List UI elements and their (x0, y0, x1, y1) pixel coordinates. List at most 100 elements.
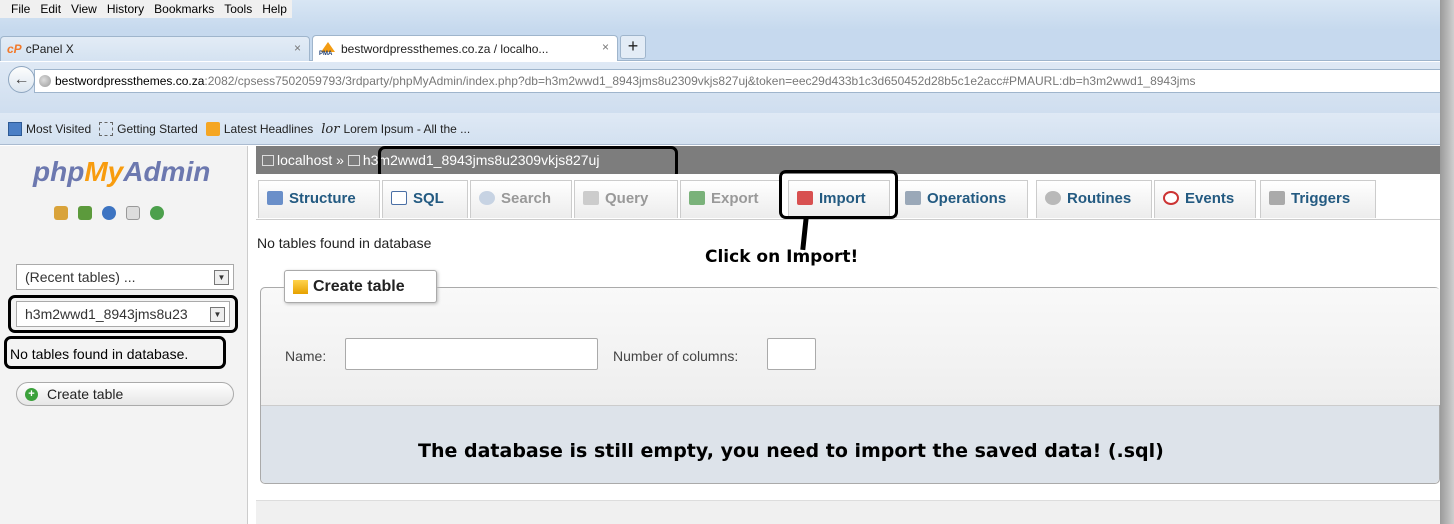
reload-icon[interactable] (150, 206, 164, 220)
create-table-label: Create table (47, 386, 124, 402)
annotation-click-import: Click on Import! (705, 247, 859, 267)
menu-items: File Edit View History Bookmarks Tools H… (0, 0, 292, 18)
menu-help[interactable]: Help (257, 0, 292, 18)
breadcrumb-separator: » (336, 152, 344, 168)
tab-query[interactable]: Query (574, 180, 678, 218)
menu-history[interactable]: History (102, 0, 149, 18)
recent-tables-select[interactable]: (Recent tables) ... ▼ (16, 264, 234, 290)
tab-operations[interactable]: Operations (896, 180, 1028, 218)
bookmark-label: Most Visited (26, 121, 92, 136)
menu-bookmarks[interactable]: Bookmarks (149, 0, 219, 18)
bookmark-label: Getting Started (117, 121, 198, 136)
tab-label: Query (605, 190, 649, 207)
bookmark-label: Latest Headlines (223, 121, 314, 136)
tab-structure[interactable]: Structure (258, 180, 380, 218)
query-icon (583, 191, 599, 205)
phpmyadmin-logo[interactable]: phpMyAdmin (33, 156, 210, 188)
tab-label: Search (501, 190, 552, 207)
window-edge-shadow (1440, 0, 1454, 524)
browser-tab-cpanel[interactable]: cP cPanel X × (0, 36, 310, 61)
back-button[interactable]: ← (8, 66, 35, 93)
tab-label: Operations (927, 190, 1007, 207)
help-icon[interactable] (102, 206, 116, 220)
triggers-icon (1269, 191, 1285, 205)
recent-tables-value: (Recent tables) ... (25, 269, 136, 285)
browser-tab-bar: cP cPanel X × bestwordpressthemes.co.za … (0, 30, 1440, 61)
page-icon (99, 121, 114, 136)
cpanel-icon: cP (7, 42, 22, 56)
new-tab-button[interactable]: + (620, 35, 646, 59)
legend-label: Create table (313, 278, 405, 295)
tab-label: Routines (1067, 190, 1132, 207)
navigation-bar: bestwordpressthemes.co.za:2082/cpsess750… (0, 62, 1440, 113)
bookmark-lorem-ipsum[interactable]: lor Lorem Ipsum - All the ... (321, 121, 471, 137)
database-icon (347, 155, 360, 166)
browser-tab-phpmyadmin[interactable]: bestwordpressthemes.co.za / localho... × (312, 35, 618, 61)
annotation-empty-database: The database is still empty, you need to… (418, 440, 1164, 462)
new-table-icon (293, 280, 308, 294)
tab-events[interactable]: Events (1154, 180, 1256, 218)
bookmark-getting-started[interactable]: Getting Started (99, 121, 198, 136)
phpmyadmin-navigation-panel: phpMyAdmin (Recent tables) ... ▼ h3m2wwd… (0, 146, 248, 524)
logo-my: My (84, 156, 124, 187)
menu-bar: File Edit View History Bookmarks Tools H… (0, 0, 1440, 30)
tab-search[interactable]: Search (470, 180, 572, 218)
lorem-ipsum-icon: lor (321, 121, 340, 137)
docs-icon[interactable] (126, 206, 140, 220)
tab-label: bestwordpressthemes.co.za / localho... (341, 41, 549, 56)
globe-icon (39, 75, 51, 87)
annotation-arrow-line (800, 216, 809, 251)
back-arrow-icon: ← (13, 71, 30, 88)
logo-php: php (33, 156, 85, 187)
number-of-columns-input[interactable] (767, 338, 816, 370)
url-bar[interactable]: bestwordpressthemes.co.za:2082/cpsess750… (34, 69, 1440, 93)
no-tables-found-text: No tables found in database (257, 235, 432, 251)
structure-icon (267, 191, 283, 205)
tab-label: Events (1185, 190, 1235, 207)
tab-label: Structure (289, 190, 356, 207)
create-table-legend: Create table (284, 270, 437, 303)
tab-routines[interactable]: Routines (1036, 180, 1152, 218)
breadcrumb-server[interactable]: localhost (277, 152, 332, 168)
tab-label: cPanel X (25, 42, 74, 56)
tab-label: SQL (413, 190, 444, 207)
highlight-outline-db-select (8, 295, 238, 333)
tab-label: Export (711, 190, 759, 207)
routines-icon (1045, 191, 1061, 205)
search-icon (479, 191, 495, 205)
table-name-input[interactable] (345, 338, 598, 370)
bookmark-label: Lorem Ipsum - All the ... (343, 121, 471, 136)
menu-edit[interactable]: Edit (35, 0, 66, 18)
url-path: :2082/cpsess7502059793/3rdparty/phpMyAdm… (204, 74, 1196, 88)
close-icon[interactable]: × (602, 40, 609, 54)
home-icon[interactable] (54, 206, 68, 220)
screenshot-frame: File Edit View History Bookmarks Tools H… (0, 0, 1440, 524)
create-table-button[interactable]: + Create table (16, 382, 234, 406)
tab-label: Triggers (1291, 190, 1351, 207)
plus-icon: + (25, 388, 38, 401)
tab-export[interactable]: Export (680, 180, 782, 218)
tab-sql[interactable]: SQL (382, 180, 468, 218)
logout-icon[interactable] (78, 206, 92, 220)
export-icon (689, 191, 705, 205)
menu-tools[interactable]: Tools (219, 0, 257, 18)
menu-view[interactable]: View (66, 0, 102, 18)
number-of-columns-label: Number of columns: (613, 348, 739, 364)
phpmyadmin-icon (319, 41, 337, 57)
quick-icons (54, 206, 164, 220)
bottom-bar (256, 500, 1440, 524)
bookmark-most-visited[interactable]: Most Visited (8, 121, 92, 136)
tab-triggers[interactable]: Triggers (1260, 180, 1376, 218)
rss-icon (205, 121, 220, 136)
logo-admin: Admin (123, 156, 211, 187)
highlight-outline-no-tables (4, 336, 226, 369)
bookmark-latest-headlines[interactable]: Latest Headlines (205, 121, 314, 136)
name-label: Name: (285, 348, 327, 364)
folder-icon (8, 121, 22, 136)
menu-file[interactable]: File (6, 0, 35, 18)
sql-icon (391, 191, 407, 205)
close-icon[interactable]: × (294, 41, 301, 55)
clock-icon (1163, 191, 1179, 205)
chevron-down-icon: ▼ (214, 270, 229, 285)
server-icon (262, 155, 274, 166)
